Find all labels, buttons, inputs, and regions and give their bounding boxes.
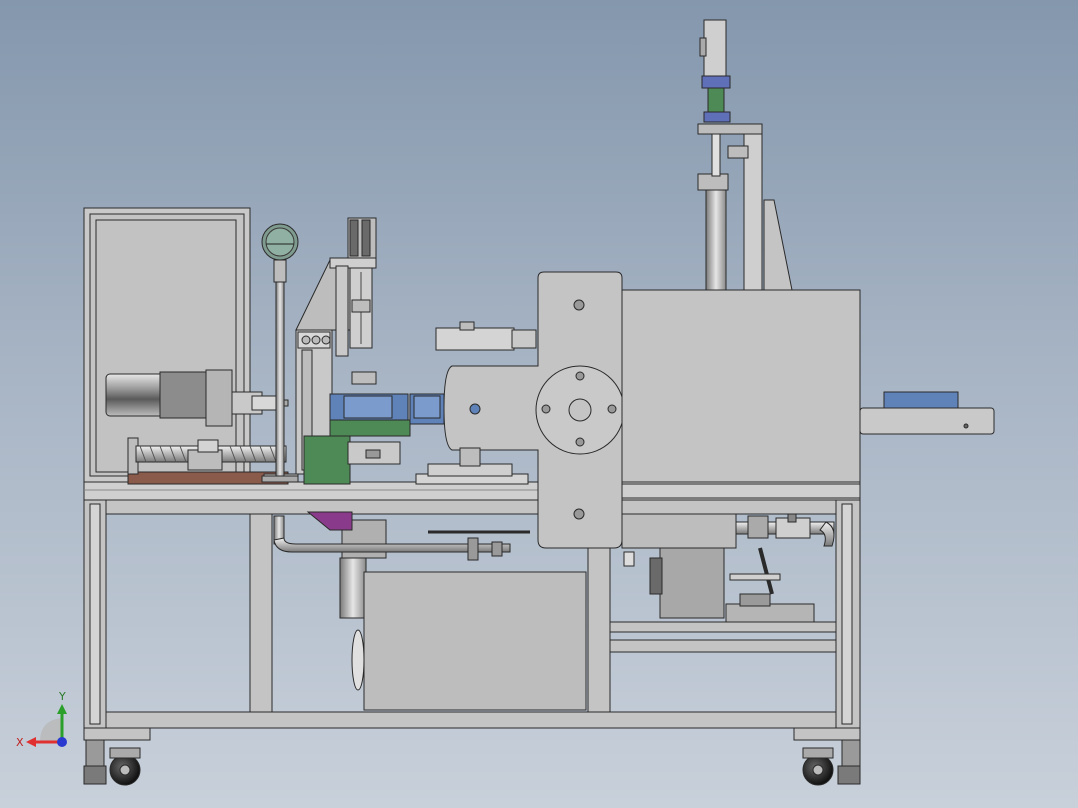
- lower-pipe: [273, 515, 530, 561]
- conveyor: [859, 391, 995, 435]
- caster-left: [83, 727, 151, 786]
- valve-assembly: [735, 513, 835, 547]
- horizontal-cylinder: [435, 321, 537, 351]
- green-block: [303, 435, 351, 485]
- spindle-turntable: [415, 447, 529, 485]
- x-axis-label: X: [16, 736, 24, 749]
- control-cabinet: [83, 207, 251, 483]
- right-enclosure: [621, 289, 861, 499]
- y-axis-label: Y: [58, 690, 66, 703]
- caster-right: [793, 727, 861, 786]
- pressure-gauge: [261, 223, 299, 483]
- cad-viewport[interactable]: Y X: [0, 0, 1078, 808]
- machine-assembly-drawing[interactable]: Y X: [0, 0, 1078, 808]
- purple-bracket: [306, 511, 353, 531]
- small-slide: [347, 441, 401, 465]
- coordinate-triad: Y X: [16, 690, 67, 749]
- blue-fixtures: [329, 393, 445, 437]
- top-column: [697, 19, 793, 291]
